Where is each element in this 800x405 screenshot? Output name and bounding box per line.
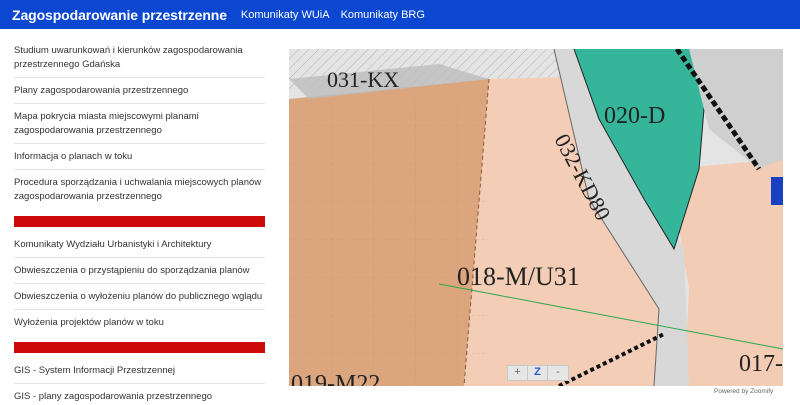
- label-019: 019-M22: [291, 371, 380, 386]
- label-018: 018-M/U31: [457, 262, 580, 291]
- sidebar-item-wylozenia-projektow[interactable]: Wyłożenia projektów planów w toku: [14, 310, 265, 335]
- zoom-out-button[interactable]: -: [548, 366, 568, 380]
- sidebar-item-procedura[interactable]: Procedura sporządzania i uchwalania miej…: [14, 170, 265, 209]
- sidebar-item-plany-w-toku[interactable]: Informacja o planach w toku: [14, 144, 265, 170]
- sidebar-item-obwieszczenia-wylozenie[interactable]: Obwieszczenia o wyłożeniu planów do publ…: [14, 284, 265, 310]
- section-divider: [14, 216, 265, 227]
- zoning-map-viewer[interactable]: 031-KX 020-D 032-KD80 018-M/U31 019-M22 …: [289, 49, 783, 386]
- nav-komunikaty-wuia[interactable]: Komunikaty WUiA: [241, 9, 330, 21]
- zoning-map: 031-KX 020-D 032-KD80 018-M/U31 019-M22 …: [289, 49, 783, 386]
- zoom-in-button[interactable]: +: [508, 366, 528, 380]
- sidebar-item-gis-plany[interactable]: GIS - plany zagospodarowania przestrzenn…: [14, 384, 265, 405]
- sidebar-item-plany[interactable]: Plany zagospodarowania przestrzennego: [14, 78, 265, 104]
- top-navbar: Zagospodarowanie przestrzenne Komunikaty…: [0, 0, 800, 29]
- sidebar-item-obwieszczenia-przystapienie[interactable]: Obwieszczenia o przystąpieniu do sporząd…: [14, 258, 265, 284]
- site-title[interactable]: Zagospodarowanie przestrzenne: [12, 7, 227, 23]
- sidebar-item-mapa-pokrycia[interactable]: Mapa pokrycia miasta miejscowymi planami…: [14, 104, 265, 144]
- sidebar-item-studium[interactable]: Studium uwarunkowań i kierunków zagospod…: [14, 42, 265, 78]
- label-031: 031-KX: [327, 67, 399, 92]
- section-divider: [14, 342, 265, 353]
- sidebar-item-gis-system[interactable]: GIS - System Informacji Przestrzennej: [14, 360, 265, 384]
- sidebar-menu: Studium uwarunkowań i kierunków zagospod…: [14, 42, 265, 405]
- sidebar-item-komunikaty-wydzialu[interactable]: Komunikaty Wydziału Urbanistyki i Archit…: [14, 234, 265, 258]
- zoom-reset-button[interactable]: Z: [528, 366, 548, 380]
- zoom-toolbar: + Z -: [507, 365, 569, 381]
- label-017: 017-: [739, 351, 783, 377]
- nav-komunikaty-brg[interactable]: Komunikaty BRG: [341, 9, 425, 21]
- powered-by-text: Powered by Zoomify: [714, 388, 774, 395]
- label-020: 020-D: [604, 103, 665, 129]
